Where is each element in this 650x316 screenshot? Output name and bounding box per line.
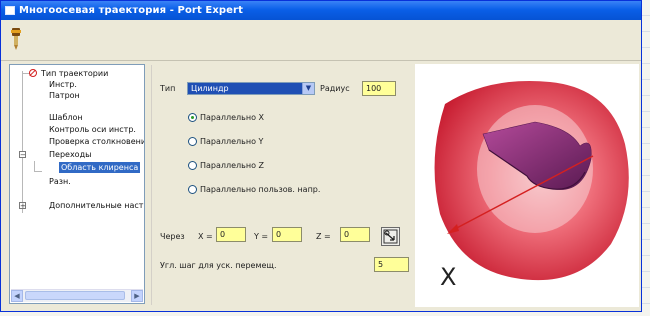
type-label: Тип: [160, 84, 176, 93]
window-icon: [5, 6, 15, 15]
chevron-down-icon[interactable]: ▼: [302, 83, 314, 94]
radio-parallel-user[interactable]: [188, 185, 197, 194]
y-label: Y =: [254, 232, 269, 241]
z-input[interactable]: 0: [340, 227, 370, 242]
tree-item-tool-axis[interactable]: Контроль оси инстр.: [49, 124, 136, 135]
scroll-right-icon[interactable]: ▶: [131, 290, 143, 302]
tree-item-transitions[interactable]: Переходы: [49, 149, 91, 160]
pick-point-button[interactable]: [381, 227, 400, 246]
type-select[interactable]: Цилиндр ▼: [187, 82, 315, 95]
tree-item-pattern[interactable]: Шаблон: [49, 112, 83, 123]
y-input[interactable]: 0: [272, 227, 302, 242]
x-input[interactable]: 0: [216, 227, 246, 242]
radio-parallel-x-label: Параллельно X: [200, 113, 265, 122]
type-select-value: Цилиндр: [191, 84, 229, 93]
tree-item-path-type[interactable]: Тип траектории: [41, 68, 108, 79]
tree-item-collision[interactable]: Проверка столкновени: [49, 136, 144, 147]
pick-point-icon: [383, 229, 398, 244]
no-entry-icon: [29, 69, 37, 77]
tree-item-additional[interactable]: Дополнительные настр: [49, 200, 144, 211]
through-label: Через: [160, 232, 185, 241]
radius-input[interactable]: 100: [362, 81, 396, 96]
window-title: Многоосевая траектория - Port Expert: [19, 5, 243, 16]
angle-step-label: Угл. шаг для уск. перемещ.: [160, 261, 277, 270]
radio-parallel-y[interactable]: [188, 137, 197, 146]
radio-parallel-x[interactable]: [188, 113, 197, 122]
cylinder-preview: X: [434, 80, 629, 291]
tree-item-clearance-area[interactable]: Область клиренса: [59, 162, 141, 173]
radio-parallel-z[interactable]: [188, 161, 197, 170]
settings-tree: Тип траектории Инстр. Патрон Шаблон Конт…: [9, 64, 145, 304]
collapse-icon[interactable]: −: [19, 151, 26, 159]
tree-horizontal-scrollbar[interactable]: ◀ ▶: [11, 289, 143, 302]
radio-parallel-y-label: Параллельно Y: [200, 137, 264, 146]
tree-line: [22, 71, 23, 213]
title-bar[interactable]: Многоосевая траектория - Port Expert: [1, 1, 641, 20]
expand-icon[interactable]: +: [19, 202, 26, 210]
scroll-thumb[interactable]: [25, 291, 125, 300]
axis-x-label: X: [440, 263, 456, 291]
settings-panel: Тип Цилиндр ▼ Радиус 100 Параллельно X П…: [151, 65, 414, 305]
radius-label: Радиус: [320, 84, 350, 93]
tree-item-tool[interactable]: Инстр.: [49, 79, 77, 90]
mill-tool-icon[interactable]: [10, 28, 22, 50]
angle-step-input[interactable]: 5: [374, 257, 409, 272]
tree-line: [34, 171, 42, 172]
dialog-window: Многоосевая траектория - Port Expert Тип…: [0, 0, 642, 312]
tree-item-misc[interactable]: Разн.: [49, 176, 71, 187]
radio-parallel-z-label: Параллельно Z: [200, 161, 265, 170]
x-label: X =: [198, 232, 213, 241]
tree-line: [34, 161, 35, 171]
z-label: Z =: [316, 232, 331, 241]
3d-viewport[interactable]: X: [415, 64, 639, 307]
radio-parallel-user-label: Параллельно пользов. напр.: [200, 185, 321, 194]
toolbar: [1, 20, 641, 61]
tree-item-holder[interactable]: Патрон: [49, 90, 80, 101]
scroll-left-icon[interactable]: ◀: [11, 290, 23, 302]
